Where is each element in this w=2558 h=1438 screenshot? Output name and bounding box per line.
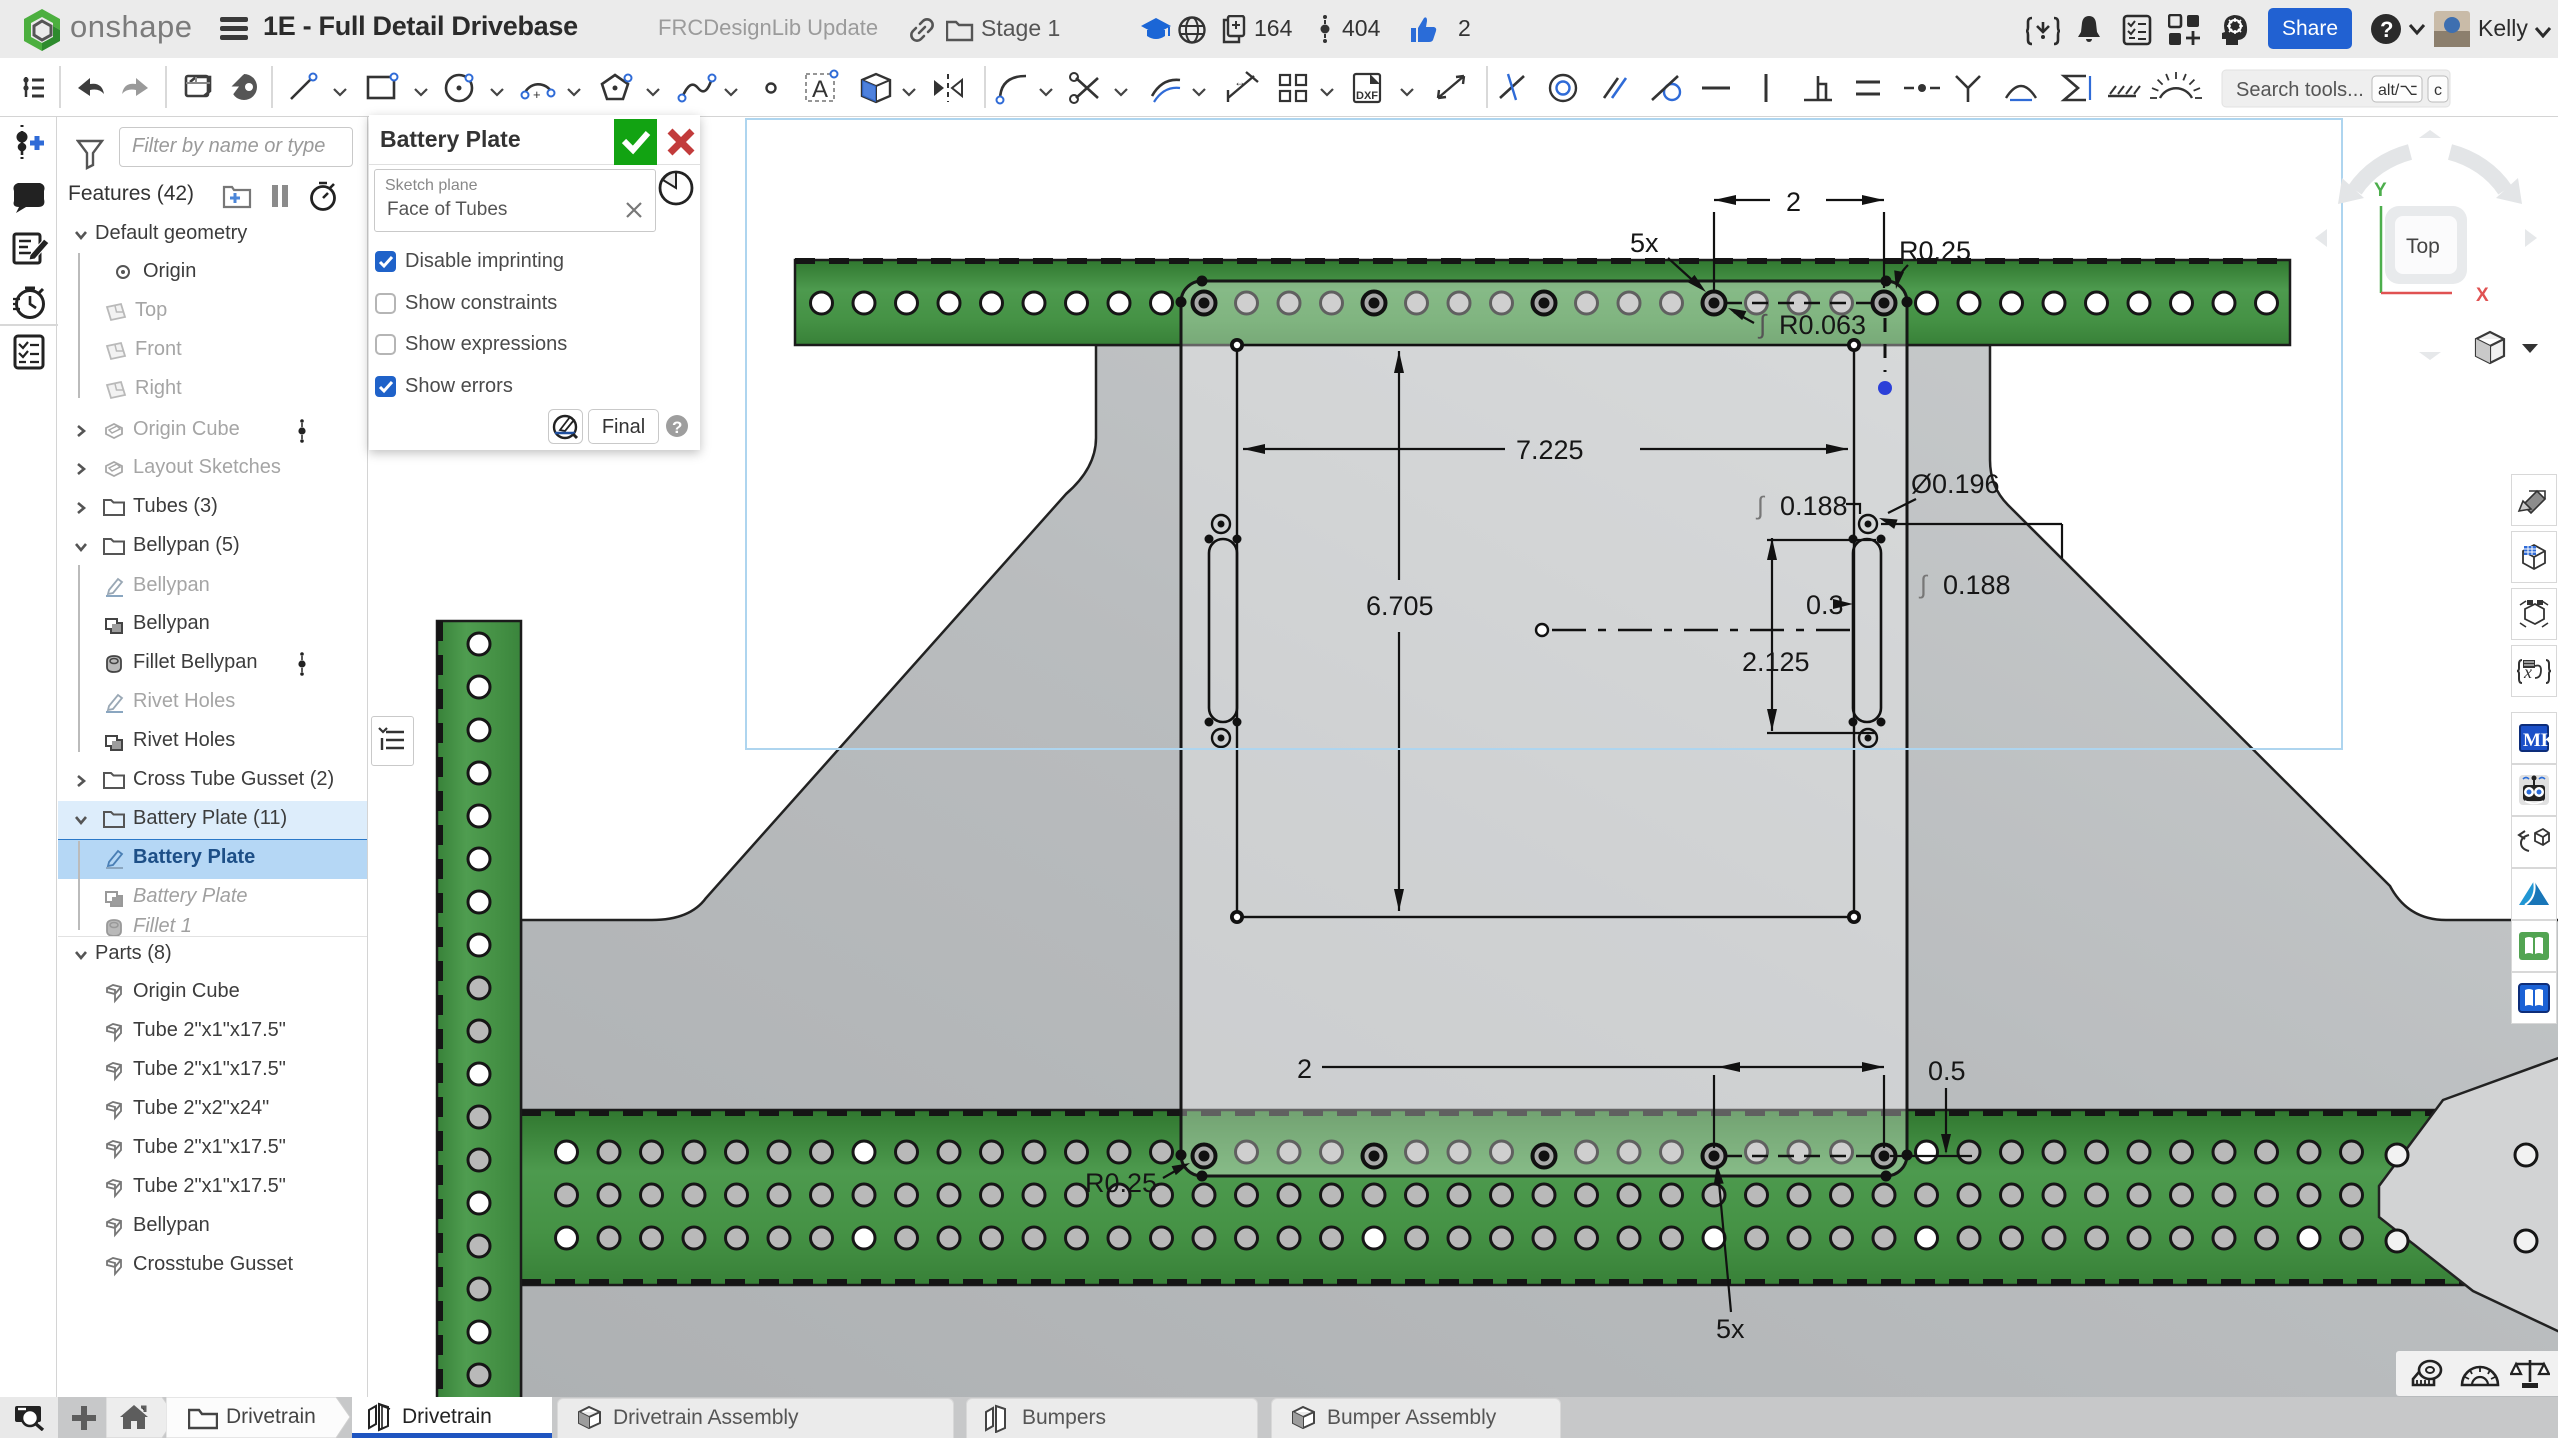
svg-text:Ø0.196: Ø0.196 <box>1911 469 2000 499</box>
svg-text:∫: ∫ <box>1755 492 1765 520</box>
svg-text:+: + <box>533 87 541 102</box>
svg-text:∫: ∫ <box>1918 571 1928 599</box>
svg-text:c: c <box>2434 82 2442 99</box>
svg-text:Search tools...: Search tools... <box>2236 79 2364 101</box>
svg-text:A: A <box>812 76 828 103</box>
svg-text:5x: 5x <box>1716 1314 1745 1344</box>
svg-text:alt/⌥: alt/⌥ <box>2378 82 2418 99</box>
svg-text:2.125: 2.125 <box>1742 647 1810 677</box>
svg-text:Y: Y <box>2374 180 2387 201</box>
svg-text:R0.25: R0.25 <box>1899 236 1971 266</box>
svg-text:0.5: 0.5 <box>1928 1056 1966 1086</box>
svg-text:R0.063: R0.063 <box>1779 310 1866 340</box>
svg-text:7.225: 7.225 <box>1516 435 1584 465</box>
svg-text:Top: Top <box>2406 235 2440 258</box>
svg-text:?: ? <box>2380 17 2393 42</box>
svg-text:MK: MK <box>2523 730 2553 751</box>
svg-text:5x: 5x <box>1630 228 1659 258</box>
svg-text:↔: ↔ <box>1234 75 1246 89</box>
svg-text:0.188: 0.188 <box>1943 570 2011 600</box>
svg-text:R0.25: R0.25 <box>1085 1168 1157 1198</box>
svg-text:2: 2 <box>1297 1054 1312 1084</box>
svg-text:X: X <box>2476 285 2489 306</box>
svg-text:?: ? <box>672 418 682 437</box>
svg-text:6.705: 6.705 <box>1366 591 1434 621</box>
svg-text:2: 2 <box>1786 187 1801 217</box>
svg-text:DXF: DXF <box>1356 90 1378 102</box>
svg-text:0.188: 0.188 <box>1780 491 1848 521</box>
